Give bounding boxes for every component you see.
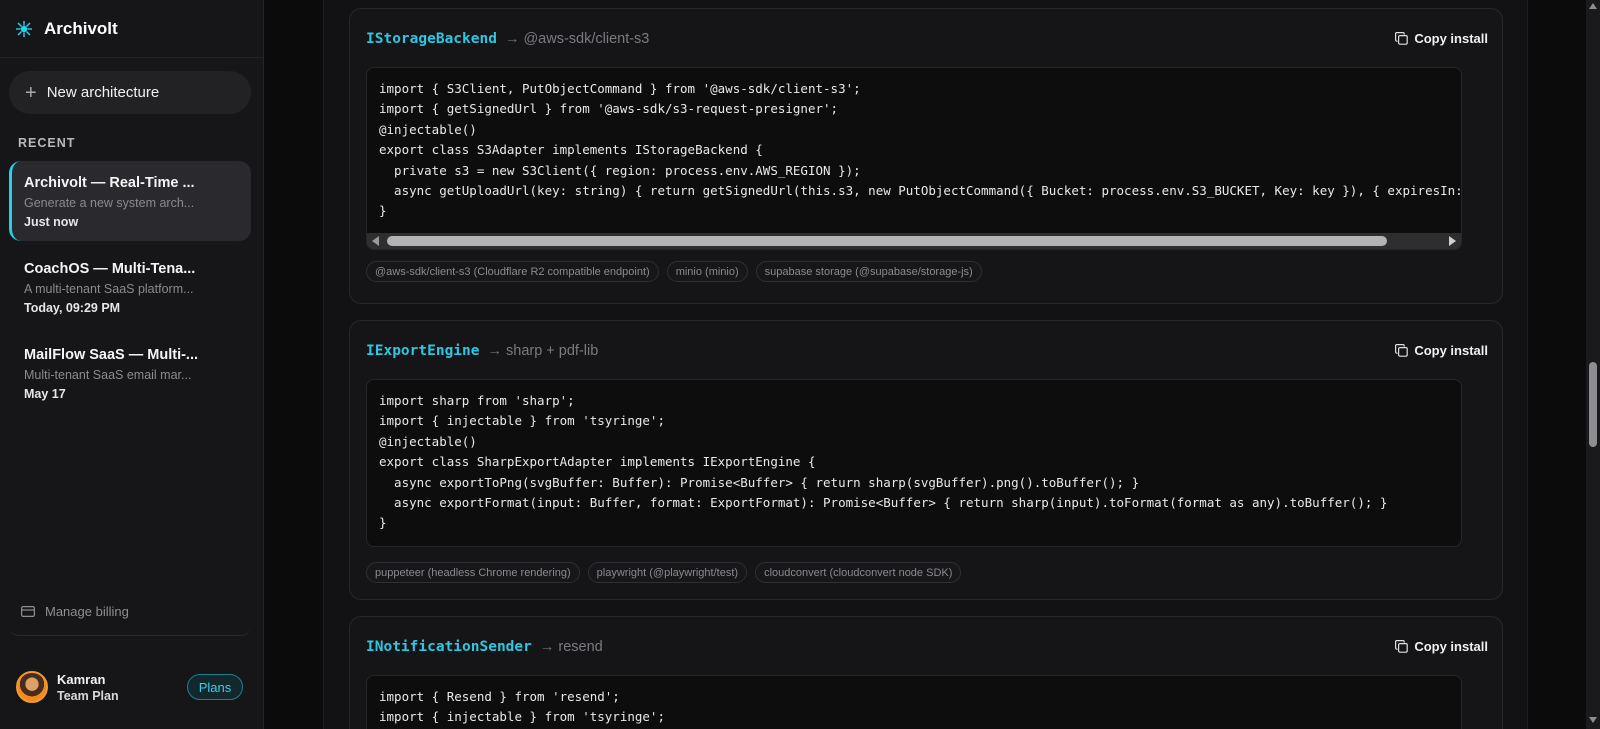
copy-install-button[interactable]: Copy install [1395,31,1488,46]
adapter-card: IStorageBackend → @aws-sdk/client-s3 Cop… [349,8,1503,304]
user-name: Kamran [57,671,106,687]
alternative-tag: puppeteer (headless Chrome rendering) [366,562,580,583]
arrow: → [539,639,555,655]
copy-install-button[interactable]: Copy install [1395,639,1488,654]
chat-time: Today, 09:29 PM [24,301,121,315]
scroll-down-arrow-icon[interactable] [1589,717,1597,723]
code-text: import { Resend } from 'resend'; import … [379,689,665,725]
plans-button[interactable]: Plans [187,674,243,700]
recent-chat-item[interactable]: CoachOS — Multi-Tena... A multi-tenant S… [9,247,251,327]
cube-network-icon [16,20,32,37]
scroll-left-arrow-icon[interactable] [372,236,379,246]
avatar [16,671,48,703]
adapter-card: INotificationSender → resend Copy instal… [349,616,1503,729]
card-header: INotificationSender → resend [366,639,603,655]
user-profile[interactable]: Kamran Team Plan [16,671,119,703]
code-text: import sharp from 'sharp'; import { inje… [379,393,1388,531]
card-header: IExportEngine → sharp + pdf-lib [366,343,598,359]
chat-title: Archivolt — Real-Time ... [24,175,195,191]
chat-title: MailFlow SaaS — Multi-... [24,347,199,363]
package-name: resend [558,639,603,655]
alternative-tag: supabase storage (@supabase/storage-js) [755,261,982,282]
code-block: import { S3Client, PutObjectCommand } fr… [366,67,1462,250]
scrollbar-thumb[interactable] [387,236,1387,246]
copy-install-label: Copy install [1414,639,1488,654]
recent-chat-item[interactable]: MailFlow SaaS — Multi-... Multi-tenant S… [9,333,251,413]
chat-time: May 17 [24,387,66,401]
main-content: IStorageBackend → @aws-sdk/client-s3 Cop… [265,0,1600,729]
page-scrollbar-thumb[interactable] [1589,362,1597,447]
brand-name: Archivolt [44,18,118,38]
copy-icon [1395,32,1409,45]
horizontal-scrollbar[interactable] [367,233,1461,249]
new-architecture-button[interactable]: + New architecture [9,71,251,114]
alternative-tag: cloudconvert (cloudconvert node SDK) [755,562,962,583]
chat-description: Multi-tenant SaaS email mar... [24,368,192,382]
code-block: import { Resend } from 'resend'; import … [366,675,1462,729]
chat-title: CoachOS — Multi-Tena... [24,261,196,277]
user-plan: Team Plan [57,688,119,703]
alternative-tag: playwright (@playwright/test) [587,562,748,583]
interface-name: IExportEngine [366,343,480,359]
adapter-card: IExportEngine → sharp + pdf-lib Copy ins… [349,320,1503,600]
alternatives-list: puppeteer (headless Chrome rendering) pl… [366,562,962,583]
interface-name: IStorageBackend [366,31,497,47]
package-name: sharp + pdf-lib [506,343,599,359]
package-name: @aws-sdk/client-s3 [523,31,650,47]
code-block: import sharp from 'sharp'; import { inje… [366,379,1462,547]
chat-description: Generate a new system arch... [24,196,195,210]
copy-install-label: Copy install [1414,343,1488,358]
manage-billing-button[interactable]: Manage billing [9,588,251,636]
plus-icon: + [25,81,37,104]
alternative-tag: @aws-sdk/client-s3 (Cloudflare R2 compat… [366,261,659,282]
copy-install-button[interactable]: Copy install [1395,343,1488,358]
sidebar: Archivolt + New architecture RECENT Arch… [0,0,264,729]
chat-time: Just now [24,215,79,229]
code-text: import { S3Client, PutObjectCommand } fr… [379,81,1462,219]
arrow: → [504,31,520,47]
copy-icon [1395,640,1409,653]
recent-chat-item[interactable]: Archivolt — Real-Time ... Generate a new… [9,161,251,241]
alternative-tag: minio (minio) [666,261,748,282]
content-column: IStorageBackend → @aws-sdk/client-s3 Cop… [323,0,1528,729]
copy-install-label: Copy install [1414,31,1488,46]
chat-description: A multi-tenant SaaS platform... [24,282,194,296]
credit-card-icon [21,606,35,617]
interface-name: INotificationSender [366,639,532,655]
manage-billing-label: Manage billing [45,604,129,619]
alternatives-list: @aws-sdk/client-s3 (Cloudflare R2 compat… [366,261,982,282]
recent-heading: RECENT [18,136,76,150]
arrow: → [487,343,503,359]
brand-header: Archivolt [0,0,263,58]
page-scrollbar[interactable] [1586,0,1600,729]
card-header: IStorageBackend → @aws-sdk/client-s3 [366,31,649,47]
scroll-right-arrow-icon[interactable] [1449,236,1456,246]
copy-icon [1395,344,1409,357]
new-architecture-label: New architecture [46,84,160,101]
scroll-up-arrow-icon[interactable] [1589,3,1597,9]
